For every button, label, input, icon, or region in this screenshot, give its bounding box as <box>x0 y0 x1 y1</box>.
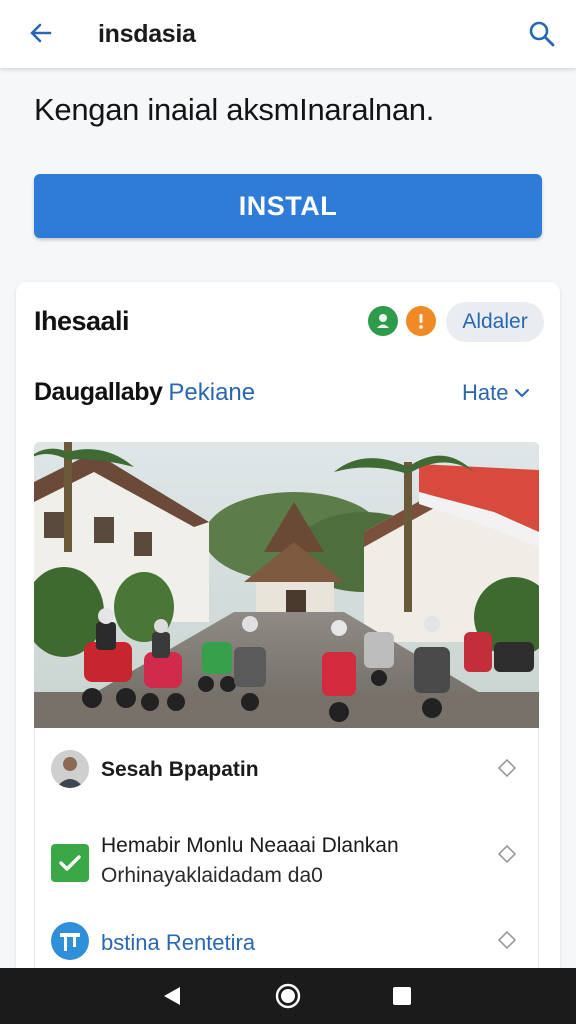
update-chip[interactable]: Aldaler <box>446 302 544 342</box>
subheading-bold: Daugallaby <box>34 378 163 406</box>
list-item[interactable]: Sesah Bpapatin <box>34 728 539 808</box>
nav-back-icon[interactable] <box>160 984 184 1008</box>
subheading: Daugallaby Pekiane <box>34 378 255 407</box>
info-icon <box>406 306 436 336</box>
list-item-title: Hemabir Monlu Neaaai Dlankan <box>101 834 399 857</box>
chevron-icon <box>497 758 517 778</box>
card-title: Ihesaali <box>34 306 130 336</box>
sort-dropdown[interactable]: Hate <box>462 380 530 406</box>
system-nav-bar <box>0 968 576 1024</box>
list-item-subtitle: Orhinayaklaidadam da0 <box>101 864 323 887</box>
app-bar: insdasia <box>0 0 576 68</box>
search-icon[interactable] <box>526 18 558 50</box>
check-icon <box>51 844 89 882</box>
headline: Kengan inaial aksmInaralnan. <box>34 92 435 127</box>
avatar-icon <box>51 750 89 788</box>
nav-recent-icon[interactable] <box>392 986 412 1006</box>
chevron-down-icon <box>515 389 530 398</box>
nav-home-icon[interactable] <box>275 983 301 1009</box>
leaf-icon <box>368 306 398 336</box>
chevron-icon <box>497 930 517 950</box>
item-list: Sesah Bpapatin Hemabir Monlu Neaaai Dlan… <box>34 728 539 980</box>
list-item-title: Sesah Bpapatin <box>101 758 259 781</box>
subheading-link[interactable]: Pekiane <box>168 379 255 406</box>
sort-label: Hate <box>462 380 509 405</box>
app-icon <box>51 922 89 960</box>
arrow-left-icon[interactable] <box>26 18 56 48</box>
list-item[interactable]: Hemabir Monlu Neaaai Dlankan Orhinayakla… <box>34 808 539 904</box>
app-title: insdasia <box>98 20 196 48</box>
install-button[interactable]: INSTAL <box>34 174 542 238</box>
list-item-title: bstina Rentetira <box>101 930 256 955</box>
street-scene-image <box>34 442 539 728</box>
info-card: Ihesaali Aldaler DaugallabyPekiane Hate <box>16 282 560 982</box>
chevron-icon <box>497 844 517 864</box>
